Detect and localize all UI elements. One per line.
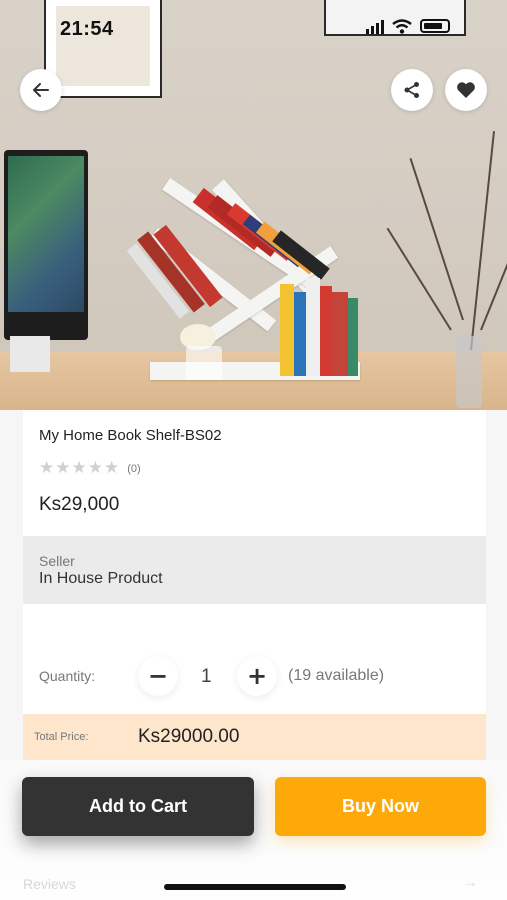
share-button[interactable] [391, 69, 433, 111]
quantity-label: Quantity: [39, 668, 96, 684]
plus-icon: + [246, 662, 268, 690]
wishlist-button[interactable] [445, 69, 487, 111]
star-icon: ★ [55, 458, 71, 478]
back-arrow-icon [33, 83, 49, 97]
star-icon: ★ [87, 458, 103, 478]
minus-icon: − [147, 662, 169, 690]
status-icons [366, 18, 450, 34]
add-to-cart-button[interactable]: Add to Cart [22, 777, 254, 836]
increment-button[interactable]: + [237, 656, 277, 696]
wall-frame-birdcage [44, 0, 162, 98]
product-price: Ks29,000 [39, 494, 120, 515]
share-icon [404, 82, 419, 98]
available-stock: (19 available) [288, 667, 385, 684]
status-time: 21:54 [60, 18, 114, 40]
back-button[interactable] [20, 69, 62, 111]
star-icon: ★ [71, 458, 87, 478]
signal-icon [366, 18, 384, 34]
quantity-section: Quantity: − 1 + (19 available) [23, 604, 486, 714]
tall-vase [456, 336, 482, 408]
heart-icon [457, 82, 475, 98]
vase [186, 346, 222, 380]
arrow-right-icon: → [462, 874, 478, 891]
review-count: (0) [127, 462, 141, 475]
star-icon: ★ [39, 458, 55, 478]
star-icon: ★ [104, 458, 120, 478]
seller-section[interactable]: Seller In House Product [23, 536, 486, 604]
product-title: My Home Book Shelf-BS02 [39, 427, 222, 444]
buy-now-button[interactable]: Buy Now [275, 777, 486, 836]
quantity-value: 1 [201, 666, 212, 687]
product-image [0, 0, 507, 410]
total-price-label: Total Price: [34, 731, 89, 743]
product-info-card: My Home Book Shelf-BS02 ★ ★ ★ ★ ★ (0) Ks… [23, 410, 486, 536]
seller-label: Seller [39, 553, 75, 569]
battery-icon [420, 19, 450, 33]
wifi-icon [392, 19, 412, 34]
total-price-bar: Total Price: Ks29000.00 [23, 714, 486, 760]
monitor [4, 150, 88, 372]
decrement-button[interactable]: − [138, 656, 178, 696]
total-price-value: Ks29000.00 [138, 726, 240, 747]
reviews-link[interactable]: Reviews [23, 876, 76, 892]
rating-stars: ★ ★ ★ ★ ★ (0) [39, 460, 141, 477]
seller-name: In House Product [39, 570, 163, 587]
book-shelf [126, 150, 370, 400]
home-indicator [164, 884, 346, 890]
